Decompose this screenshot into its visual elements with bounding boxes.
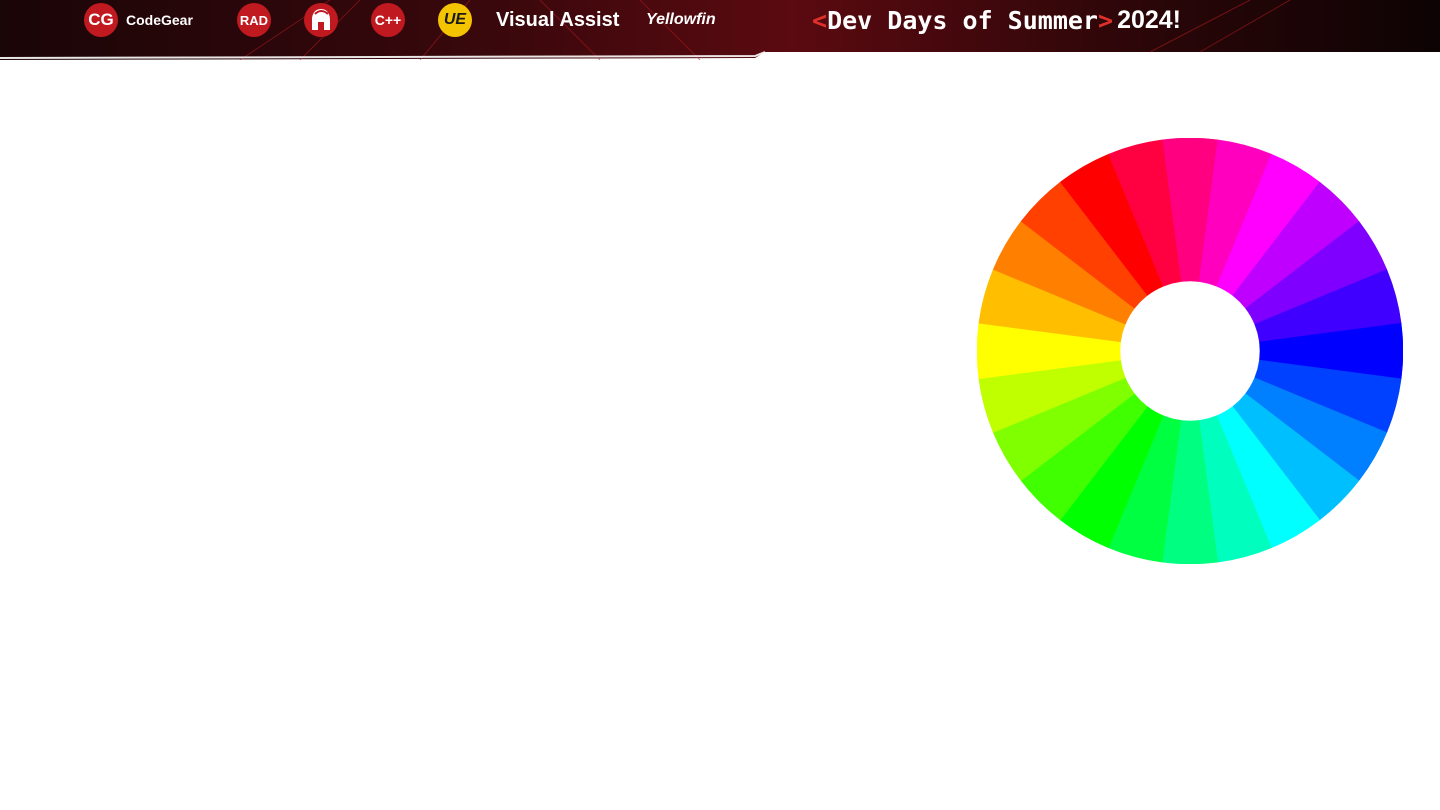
event-year: 2024! (1117, 5, 1182, 34)
color-wheel[interactable] (977, 138, 1403, 564)
ue-badge-text: UE (443, 11, 467, 28)
codegear-badge-icon: CG (84, 3, 118, 37)
cpp-builder-logo[interactable]: C++ (371, 0, 405, 40)
helmet-logo[interactable] (304, 0, 338, 40)
cpp-badge-text: C++ (374, 12, 402, 28)
event-open-bracket: < (812, 5, 828, 35)
visual-assist-label: Visual Assist (496, 8, 620, 31)
event-title[interactable]: < Dev Days of Summer > 2024! (812, 2, 1181, 38)
cpp-badge-icon: C++ (371, 3, 405, 37)
codegear-badge-text: CG (88, 10, 114, 29)
rad-studio-logo[interactable]: RAD (237, 0, 271, 40)
helmet-icon (304, 3, 338, 37)
ue-badge-icon: UE (438, 3, 472, 37)
rad-badge-icon: RAD (237, 3, 271, 37)
promo-banner[interactable]: CG CodeGear RAD C++ UE Visual Assist Yel… (0, 0, 1440, 60)
ultraedit-logo[interactable]: UE (438, 0, 472, 40)
yellowfin-logo[interactable]: Yellowfin (646, 0, 716, 40)
banner-background (0, 0, 1440, 60)
visual-assist-logo[interactable]: Visual Assist (496, 0, 619, 40)
event-close-bracket: > (1098, 5, 1114, 35)
codegear-logo[interactable]: CG CodeGear (84, 0, 193, 40)
codegear-label: CodeGear (126, 12, 193, 28)
rad-label: RAD (239, 12, 269, 28)
event-name: Dev Days of Summer (827, 5, 1098, 35)
yellowfin-label: Yellowfin (646, 11, 716, 28)
